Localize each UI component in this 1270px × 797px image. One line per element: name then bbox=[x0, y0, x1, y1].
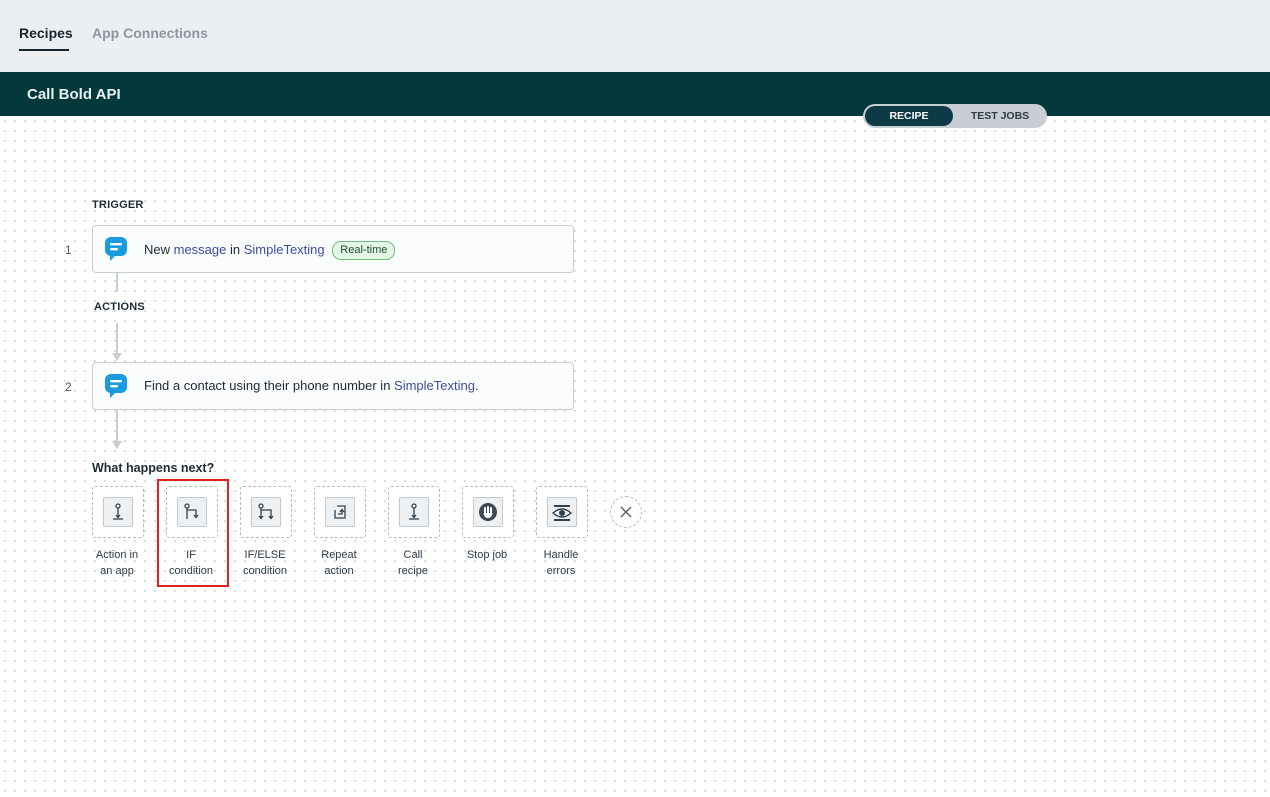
simpletexting-icon bbox=[105, 374, 127, 398]
connector-line bbox=[116, 323, 118, 354]
option-label-line: Stop job bbox=[466, 549, 508, 561]
trigger-label: TRIGGER bbox=[92, 199, 144, 211]
option-icon-frame bbox=[251, 497, 281, 527]
trigger-text-mid: in bbox=[226, 242, 244, 257]
option-label-line: Action in bbox=[95, 549, 139, 561]
stop-job-icon bbox=[479, 503, 497, 521]
repeat-action-label: Repeat action bbox=[302, 547, 376, 579]
option-label-line: Handle bbox=[543, 549, 579, 561]
option-label-line: action bbox=[324, 565, 354, 577]
option-label-line: recipe bbox=[398, 565, 428, 577]
handle-errors-label: Handle errors bbox=[524, 547, 598, 579]
action-app-name: SimpleTexting bbox=[394, 378, 475, 393]
if-else-condition-button[interactable] bbox=[240, 486, 292, 538]
realtime-badge: Real-time bbox=[332, 241, 396, 260]
option-icon-frame bbox=[399, 497, 429, 527]
view-toggle: RECIPE TEST JOBS bbox=[863, 104, 1047, 128]
action-description: Find a contact using their phone number … bbox=[144, 378, 479, 393]
call-recipe-label: Call recipe bbox=[376, 547, 450, 579]
option-label-line: condition bbox=[242, 565, 288, 577]
tab-recipes[interactable]: Recipes bbox=[19, 25, 73, 41]
close-icon bbox=[620, 506, 632, 518]
action-in-app-icon bbox=[113, 503, 123, 520]
step-number: 2 bbox=[65, 380, 72, 394]
option-icon-frame bbox=[103, 497, 133, 527]
action-step-card[interactable]: Find a contact using their phone number … bbox=[92, 362, 574, 410]
option-label-line: an app bbox=[100, 565, 134, 577]
call-recipe-button[interactable] bbox=[388, 486, 440, 538]
handle-errors-button[interactable] bbox=[536, 486, 588, 538]
step-number: 1 bbox=[65, 243, 72, 257]
recipe-title: Call Bold API bbox=[27, 86, 121, 103]
call-recipe-icon bbox=[409, 503, 419, 520]
repeat-action-button[interactable] bbox=[314, 486, 366, 538]
connector-arrow bbox=[112, 353, 122, 361]
what-happens-next-title: What happens next? bbox=[92, 461, 215, 475]
option-label-line: IF/ELSE bbox=[244, 549, 286, 561]
test-jobs-button[interactable]: TEST JOBS bbox=[955, 106, 1045, 126]
trigger-app-name: SimpleTexting bbox=[243, 242, 325, 257]
option-label-line: Repeat bbox=[321, 549, 357, 561]
handle-errors-icon bbox=[551, 505, 573, 521]
tab-app-connections[interactable]: App Connections bbox=[92, 25, 208, 41]
active-tab-indicator bbox=[19, 49, 69, 51]
recipe-canvas bbox=[0, 116, 1270, 797]
recipe-view-button[interactable]: RECIPE bbox=[865, 106, 953, 126]
actions-label: ACTIONS bbox=[94, 301, 145, 313]
action-text-suffix: . bbox=[474, 378, 479, 393]
if-else-condition-label: IF/ELSE condition bbox=[228, 547, 302, 579]
stop-job-label: Stop job bbox=[450, 547, 524, 563]
if-condition-highlight bbox=[157, 479, 229, 587]
action-in-app-button[interactable] bbox=[92, 486, 144, 538]
trigger-description: New message in SimpleTexting Real-time bbox=[144, 241, 396, 260]
trigger-text-prefix: New bbox=[144, 242, 174, 257]
if-else-condition-icon bbox=[258, 503, 274, 520]
connector-line bbox=[116, 410, 118, 442]
connector-line bbox=[116, 272, 118, 292]
recipe-header: Call Bold API bbox=[0, 72, 1270, 116]
connector-arrow bbox=[112, 441, 122, 449]
repeat-action-icon bbox=[334, 505, 346, 519]
close-next-options-button[interactable] bbox=[610, 496, 642, 528]
trigger-object-link: message bbox=[173, 242, 227, 257]
option-label-line: Call bbox=[403, 549, 423, 561]
stop-job-button[interactable] bbox=[462, 486, 514, 538]
trigger-step-card[interactable]: New message in SimpleTexting Real-time bbox=[92, 225, 574, 273]
option-icon-frame bbox=[473, 497, 503, 527]
simpletexting-icon bbox=[105, 237, 127, 261]
option-label-line: errors bbox=[546, 565, 576, 577]
action-text-prefix: Find a contact using their phone number … bbox=[144, 378, 395, 393]
top-nav: Recipes App Connections bbox=[0, 0, 1270, 72]
option-icon-frame bbox=[547, 497, 577, 527]
option-icon-frame bbox=[325, 497, 355, 527]
action-in-app-label: Action in an app bbox=[80, 547, 154, 579]
